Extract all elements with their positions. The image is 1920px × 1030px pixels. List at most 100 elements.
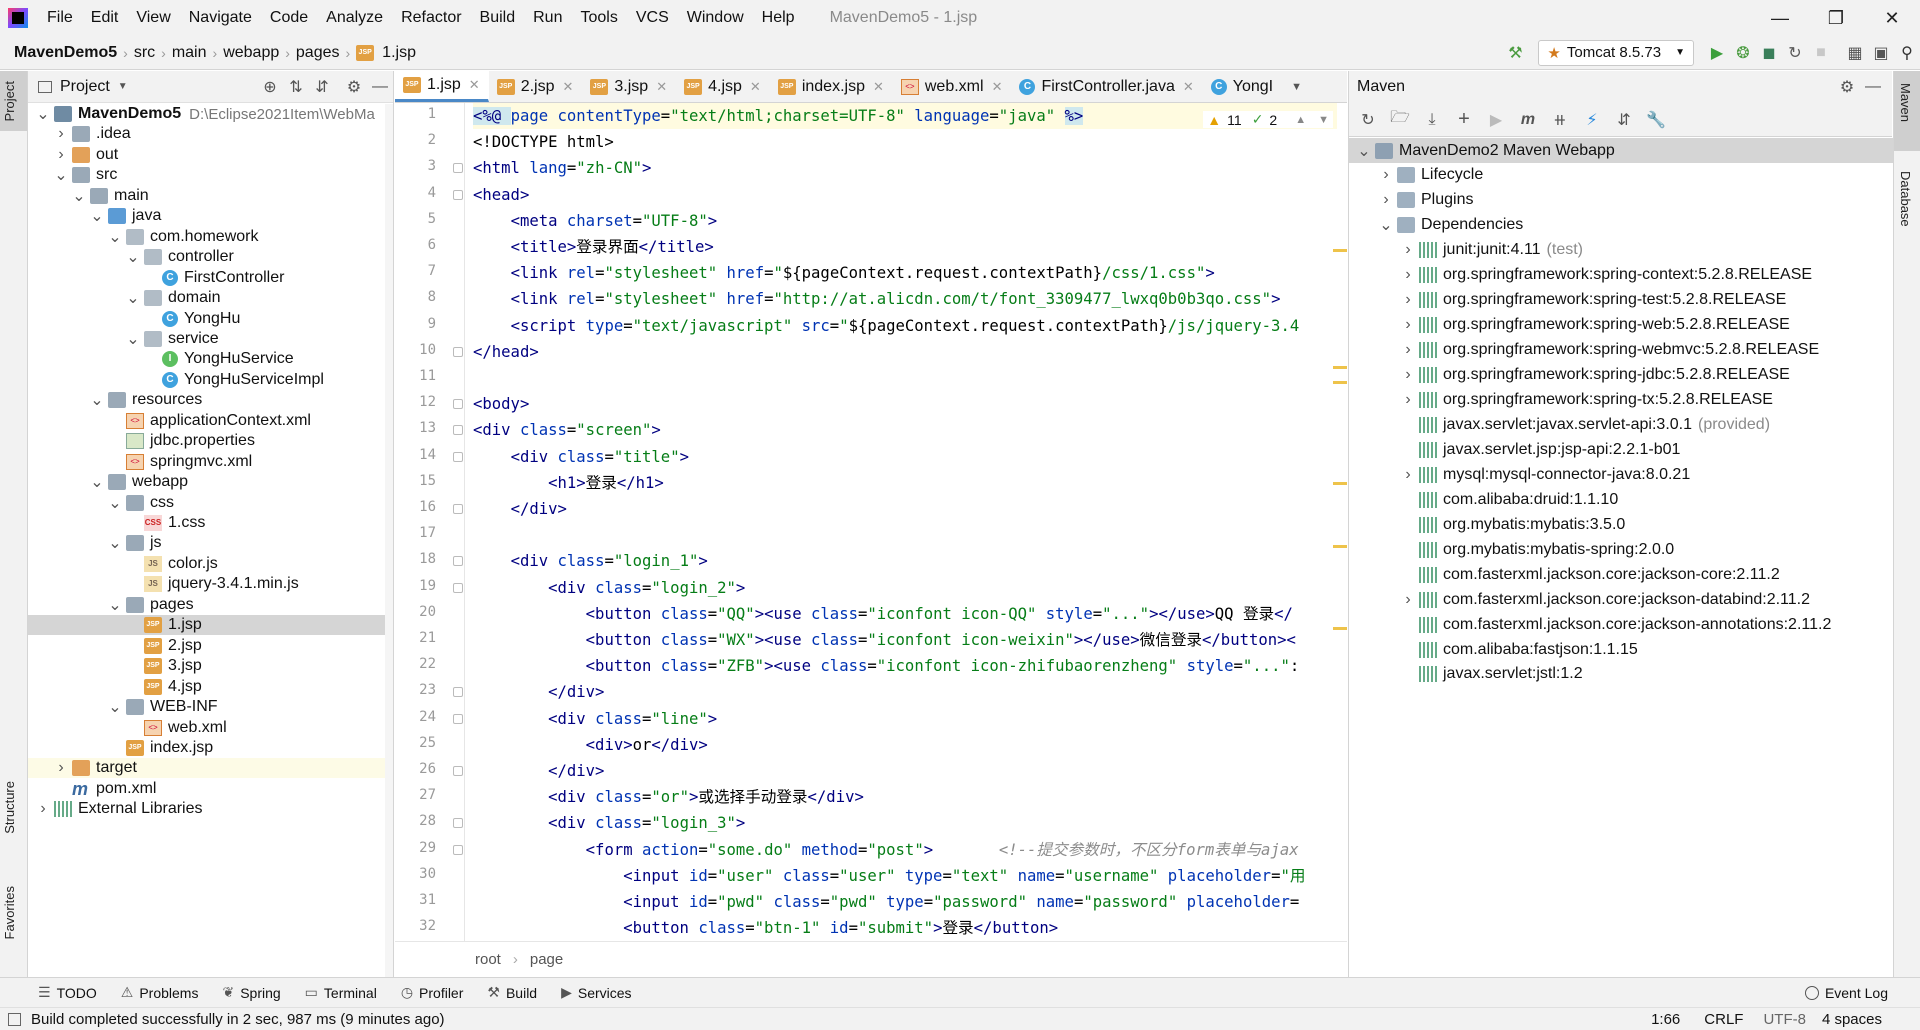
run-icon[interactable]: ▶ [1704, 40, 1730, 66]
tree-item[interactable]: › target [28, 758, 393, 779]
side-tab-project[interactable]: Project [2, 81, 17, 121]
layout-icon[interactable]: ▣ [1868, 40, 1894, 66]
maven-tree-item[interactable]: › junit:junit:4.11 (test) [1349, 238, 1893, 263]
maven-tree-item[interactable]: › org.springframework:spring-tx:5.2.8.REL… [1349, 388, 1893, 413]
tree-item[interactable]: ⌄ controller [28, 247, 393, 267]
chevron-right-icon[interactable]: › [1401, 291, 1415, 309]
maven-tree-item[interactable]: › org.springframework:spring-web:5.2.8.RE… [1349, 313, 1893, 338]
tree-item[interactable]: › External Libraries [28, 799, 393, 819]
chevron-down-icon[interactable]: ⌄ [1379, 215, 1393, 235]
fold-marker-icon[interactable] [453, 451, 463, 462]
reload-icon[interactable]: ↻ [1355, 107, 1381, 133]
maven-tree-item[interactable]: ⌄ MavenDemo2 Maven Webapp [1349, 138, 1893, 163]
fold-marker-icon[interactable] [453, 556, 463, 567]
editor-tab[interactable]: C YongI ▼ [1203, 71, 1311, 102]
fold-marker-icon[interactable] [453, 818, 463, 829]
coverage-icon[interactable]: ◼ [1756, 40, 1782, 66]
tree-item[interactable]: C YongHuServiceImpl [28, 370, 393, 390]
chevron-right-icon[interactable]: › [54, 125, 68, 143]
chevron-right-icon[interactable]: › [1379, 166, 1393, 184]
gear-icon[interactable]: ⚙ [1834, 74, 1860, 100]
editor-tab[interactable]: JSP 4.jsp ✕ [676, 71, 770, 102]
debug-icon[interactable]: ❂ [1730, 40, 1756, 66]
fold-marker-icon[interactable] [453, 425, 463, 436]
maximize-icon[interactable]: ❐ [1808, 8, 1864, 29]
indent-setting[interactable]: 4 spaces [1822, 1011, 1882, 1028]
menu-tools[interactable]: Tools [571, 9, 626, 27]
tree-item[interactable]: ⌄ domain [28, 288, 393, 308]
side-tab-maven[interactable]: Maven [1898, 83, 1913, 122]
hide-panel-icon[interactable]: — [367, 74, 393, 100]
tree-item[interactable]: <> springmvc.xml [28, 452, 393, 472]
maven-tree-item[interactable]: › org.springframework:spring-test:5.2.8.R… [1349, 288, 1893, 313]
collapse-all-icon[interactable]: ⇵ [309, 74, 335, 100]
inspection-widget[interactable]: ▲ 11 ✓ 2 ▲ ▼ [1203, 111, 1333, 128]
close-tab-icon[interactable]: ✕ [873, 79, 884, 95]
tree-item[interactable]: JS jquery-3.4.1.min.js [28, 574, 393, 594]
toggle-offline-icon[interactable]: ⧺ [1547, 107, 1573, 133]
chevron-down-icon[interactable]: ⌄ [90, 472, 104, 492]
tree-item[interactable]: C FirstController [28, 268, 393, 288]
hide-panel-icon[interactable]: — [1860, 74, 1886, 100]
tree-item[interactable]: › out [28, 145, 393, 165]
breadcrumb-item[interactable]: src [128, 44, 161, 62]
editor-tab[interactable]: JSP 1.jsp ✕ [395, 71, 489, 102]
breadcrumb-item[interactable]: main [166, 44, 213, 62]
chevron-right-icon[interactable]: › [1401, 466, 1415, 484]
tree-item[interactable]: C YongHu [28, 309, 393, 329]
profile-icon[interactable]: ↻ [1782, 40, 1808, 66]
chevron-down-icon[interactable]: ⌄ [90, 206, 104, 226]
maven-tree-item[interactable]: com.fasterxml.jackson.core:jackson-annot… [1349, 612, 1893, 637]
maven-tree-item[interactable]: ⌄ Dependencies [1349, 213, 1893, 238]
maven-goal-icon[interactable]: m [1515, 107, 1541, 133]
menu-edit[interactable]: Edit [82, 9, 128, 27]
menu-window[interactable]: Window [678, 9, 753, 27]
code-area[interactable]: <%@ page contentType="text/html;charset=… [473, 103, 1337, 941]
run-config-select[interactable]: ★ Tomcat 8.5.73 ▼ [1538, 39, 1694, 66]
tree-item[interactable]: JSP 3.jsp [28, 656, 393, 676]
add-folder-icon[interactable]: 🗁 [1387, 107, 1413, 133]
status-message[interactable]: Build completed successfully in 2 sec, 9… [31, 1011, 445, 1028]
chevron-right-icon[interactable]: › [1401, 316, 1415, 334]
minimize-icon[interactable]: — [1752, 8, 1808, 29]
maven-tree-item[interactable]: javax.servlet:javax.servlet-api:3.0.1 (pr… [1349, 412, 1893, 437]
tree-item[interactable]: JS color.js [28, 554, 393, 574]
breadcrumb-item[interactable]: webapp [217, 44, 285, 62]
search-icon[interactable]: ⚲ [1894, 40, 1920, 66]
side-tab-favorites[interactable]: Favorites [2, 886, 17, 939]
fold-marker-icon[interactable] [453, 766, 463, 776]
gear-icon[interactable]: ⚙ [341, 74, 367, 100]
maven-tree-item[interactable]: com.fasterxml.jackson.core:jackson-core:… [1349, 562, 1893, 587]
fold-marker-icon[interactable] [453, 687, 463, 698]
fold-marker-icon[interactable] [453, 582, 463, 593]
maven-tree-item[interactable]: › com.fasterxml.jackson.core:jackson-data… [1349, 587, 1893, 612]
expand-all-icon[interactable]: ⇅ [283, 74, 309, 100]
breadcrumb-item[interactable]: 1.jsp [376, 44, 422, 62]
stop-icon[interactable]: ■ [1808, 40, 1834, 66]
fold-marker-icon[interactable] [453, 713, 463, 724]
breadcrumb-item[interactable]: MavenDemo5 [8, 44, 123, 62]
chevron-down-icon[interactable]: ⌄ [108, 595, 122, 615]
tree-item[interactable]: ⌄ service [28, 329, 393, 349]
tree-item[interactable]: m pom.xml [28, 779, 393, 799]
tree-item[interactable]: ⌄ webapp [28, 472, 393, 492]
chevron-down-icon[interactable]: ▼ [1318, 114, 1329, 126]
tree-item[interactable]: ⌄ src [28, 165, 393, 185]
chevron-right-icon[interactable]: › [36, 800, 50, 818]
download-icon[interactable]: ⤓ [1419, 107, 1445, 133]
maven-tree-item[interactable]: › org.springframework:spring-jdbc:5.2.8.R… [1349, 363, 1893, 388]
chevron-down-icon[interactable]: ⌄ [108, 227, 122, 247]
chevron-down-icon[interactable]: ⌄ [72, 186, 86, 206]
tool-window-todo[interactable]: ☰ TODO [26, 984, 109, 1001]
tree-item[interactable]: ⌄ com.homework [28, 227, 393, 247]
run-icon[interactable]: ▶ [1483, 107, 1509, 133]
tree-item[interactable]: ⌄ MavenDemo5 D:\Eclipse2021Item\WebMa [28, 104, 393, 124]
locate-icon[interactable]: ⊕ [257, 74, 283, 100]
fold-marker-icon[interactable] [453, 399, 463, 410]
fold-marker-icon[interactable] [453, 504, 463, 514]
close-icon[interactable]: ✕ [1864, 8, 1920, 29]
menu-navigate[interactable]: Navigate [180, 9, 261, 27]
editor-tab[interactable]: JSP 3.jsp ✕ [582, 71, 676, 102]
close-tab-icon[interactable]: ✕ [563, 79, 574, 95]
tree-scrollbar[interactable] [385, 104, 393, 977]
